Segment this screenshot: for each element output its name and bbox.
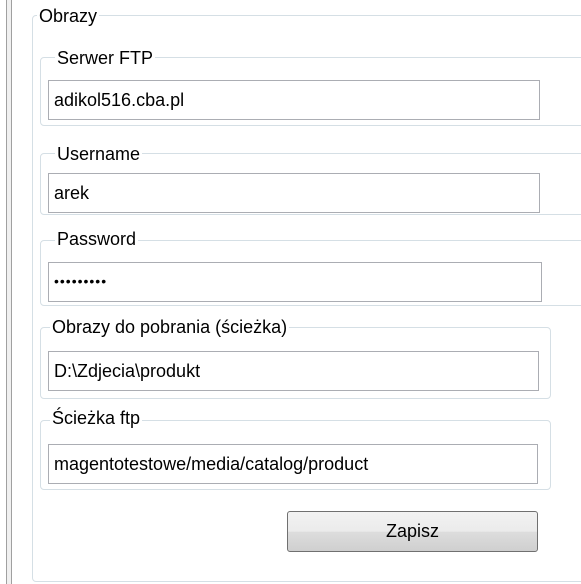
username-input[interactable]: arek bbox=[48, 173, 540, 213]
download-path-label: Obrazy do pobrania (ścieżka) bbox=[50, 317, 290, 337]
save-button[interactable]: Zapisz bbox=[287, 511, 538, 552]
download-path-input[interactable]: D:\Zdjecia\produkt bbox=[48, 351, 539, 391]
ftp-server-input[interactable]: adikol516.cba.pl bbox=[48, 80, 540, 120]
ftp-server-label: Serwer FTP bbox=[55, 48, 156, 68]
ftp-path-label: Ścieżka ftp bbox=[50, 408, 143, 428]
panel-left-border bbox=[6, 0, 12, 584]
username-label: Username bbox=[55, 144, 143, 164]
images-group-title: Obrazy bbox=[37, 6, 100, 26]
password-label: Password bbox=[55, 229, 139, 249]
ftp-path-input[interactable]: magentotestowe/media/catalog/product bbox=[48, 444, 538, 484]
password-input[interactable]: ••••••••• bbox=[48, 262, 542, 302]
